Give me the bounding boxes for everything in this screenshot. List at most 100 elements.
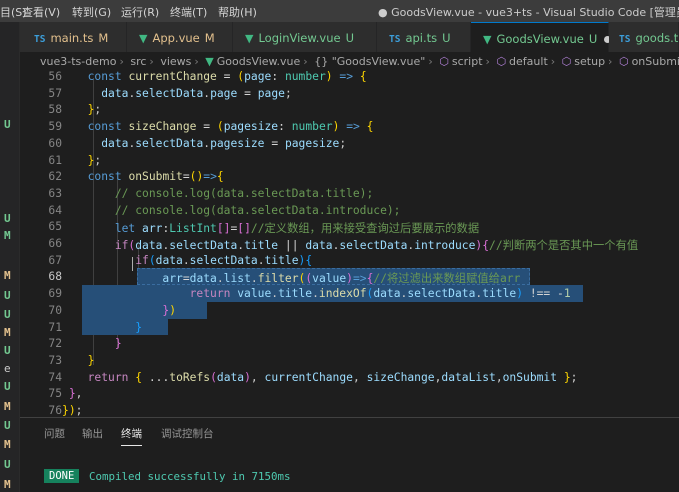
menu-run[interactable]: 运行(R) <box>121 4 159 20</box>
code-line: }; <box>87 103 102 117</box>
line-number: 75 <box>48 387 62 401</box>
breadcrumb: vue3-ts-demo › src › views › ▼ GoodsView.vue… <box>20 52 679 70</box>
code-line: arr=data.list.filter((value)=>{//将过滤出来数组… <box>162 272 521 286</box>
typescript-file-icon: TS <box>389 34 401 45</box>
code-line: data.selectData.page = page; <box>101 86 292 100</box>
code-line: return { ...toRefs(data), currentChange,… <box>87 370 578 384</box>
line-number: 61 <box>48 153 62 167</box>
file-status-letter: U <box>4 212 11 225</box>
breadcrumb-item[interactable]: script <box>452 55 483 68</box>
code-line: data.selectData.pagesize = pagesize; <box>101 136 347 150</box>
file-status-letter: M <box>4 400 11 413</box>
breadcrumb-item[interactable]: setup <box>574 55 605 68</box>
breadcrumb-item[interactable]: GoodsView.vue <box>217 55 301 68</box>
line-number: 67 <box>48 253 62 267</box>
chevron-right-icon: › <box>194 55 199 68</box>
chevron-right-icon: › <box>149 55 154 68</box>
code-line: // console.log(data.selectData.introduce… <box>114 203 401 217</box>
tab-git-status: U <box>588 32 598 46</box>
line-number: 73 <box>48 353 62 367</box>
vue-file-icon: ▼ <box>245 32 254 45</box>
file-status-letter: M <box>4 229 11 242</box>
menu-go[interactable]: 转到(G) <box>72 4 111 20</box>
window-title: ● GoodsView.vue - vue3+ts - Visual Studi… <box>378 6 679 19</box>
line-number: 70 <box>48 303 62 317</box>
file-status-letter: U <box>4 308 11 321</box>
breadcrumb-item[interactable]: views <box>160 55 191 68</box>
file-status-letter: M <box>4 478 11 491</box>
typescript-file-icon: TS <box>619 34 631 45</box>
tab-terminal[interactable]: 终端 <box>121 426 142 446</box>
menu-help[interactable]: 帮助(H) <box>218 4 257 20</box>
tab-login-view[interactable]: ▼ LoginView.vue U <box>233 22 377 52</box>
file-status-letter: U <box>4 380 11 393</box>
code-line: if(data.selectData.title || data.selectD… <box>114 239 639 252</box>
line-number: 58 <box>48 103 62 117</box>
breadcrumb-item[interactable]: default <box>509 55 548 68</box>
vue-file-icon: ▼ <box>139 32 148 45</box>
code-line: let arr:ListInt[]=[]//定义数组，用来接受查询过后要展示的数… <box>114 222 480 236</box>
code-editor[interactable]: 56 const currentChange = (page: number) … <box>20 70 679 417</box>
menu-terminal[interactable]: 终端(T) <box>170 4 207 20</box>
chevron-right-icon: › <box>303 55 308 68</box>
tab-git-status: U <box>345 31 354 45</box>
breadcrumb-item[interactable]: {} "GoodsView.vue" <box>314 55 425 68</box>
file-status-letter: U <box>4 344 11 357</box>
line-number: 56 <box>48 70 62 83</box>
tab-debug-console[interactable]: 调试控制台 <box>161 426 214 441</box>
breadcrumb-item[interactable]: onSubmit <box>632 55 679 68</box>
line-number: 65 <box>48 220 62 234</box>
status-badge: DONE <box>44 469 80 483</box>
code-line: const currentChange = (page: number) => … <box>87 70 367 83</box>
symbol-method-icon: ⬡ <box>618 55 629 68</box>
code-line: } <box>135 320 143 334</box>
line-number: 57 <box>48 86 62 100</box>
tab-problems[interactable]: 问题 <box>44 426 65 441</box>
tab-label: api.ts <box>405 31 438 45</box>
vue-file-icon: ▼ <box>483 33 492 46</box>
symbol-method-icon: ⬡ <box>561 55 572 68</box>
line-number: 64 <box>48 203 62 217</box>
file-status-letter: U <box>4 289 11 302</box>
activity-bar: U U M M U U M U e U M U M U M <box>0 22 20 492</box>
line-number: 60 <box>48 136 62 150</box>
code-line: if(data.selectData.title){ <box>135 253 313 267</box>
code-line: const sizeChange = (pagesize: number) =>… <box>87 120 374 134</box>
bottom-panel: 问题 输出 终端 调试控制台 DONE Compiled successfull… <box>20 417 679 492</box>
file-status-letter: U <box>4 419 11 432</box>
chevron-right-icon: › <box>608 55 613 68</box>
line-number: 59 <box>48 120 62 134</box>
breadcrumb-item[interactable]: vue3-ts-demo <box>40 55 116 68</box>
line-number: 66 <box>48 237 62 250</box>
code-line: }) <box>162 303 177 317</box>
symbol-variable-icon: ⬡ <box>496 55 507 68</box>
tab-output[interactable]: 输出 <box>82 426 103 441</box>
code-line: }, <box>68 387 83 401</box>
tab-api-ts[interactable]: TS api.ts U <box>377 22 471 52</box>
line-number: 76 <box>48 404 62 417</box>
tab-goods-ts[interactable]: TSgoods.tsU <box>609 22 679 52</box>
file-status-letter: U <box>4 118 11 131</box>
chevron-right-icon: › <box>428 55 433 68</box>
title-bar: 目(S) 查看(V) 转到(G) 运行(R) 终端(T) 帮助(H) ● Goo… <box>0 0 679 22</box>
chevron-right-icon: › <box>550 55 556 68</box>
tab-label: goods.ts <box>635 31 679 45</box>
code-line: // console.log(data.selectData.title); <box>114 186 374 200</box>
file-status-letter: M <box>4 438 11 451</box>
line-number: 72 <box>48 337 62 351</box>
line-number: 63 <box>48 186 62 200</box>
tab-app-vue[interactable]: ▼ App.vue M <box>127 22 233 52</box>
menu-view[interactable]: 查看(V) <box>22 4 60 20</box>
symbol-module-icon: ⬡ <box>439 55 449 68</box>
explorer-fragment: e <box>4 362 11 375</box>
breadcrumb-item[interactable]: src <box>130 55 146 68</box>
code-line: }); <box>62 404 83 417</box>
line-number: 62 <box>48 170 62 184</box>
code-line: return value.title.indexOf(data.selectDa… <box>189 287 571 301</box>
tab-main-ts[interactable]: TS main.ts M <box>20 22 127 52</box>
editor-tab-bar: TS main.ts M ▼ App.vue M ▼ LoginView.vue U TS a… <box>20 22 679 52</box>
tab-git-status: U <box>442 31 451 45</box>
terminal-output-text: Compiled successfully in 7150ms <box>89 470 291 483</box>
line-number: 69 <box>48 287 62 301</box>
tab-goods-view[interactable]: ▼ GoodsView.vue U <box>471 22 612 52</box>
